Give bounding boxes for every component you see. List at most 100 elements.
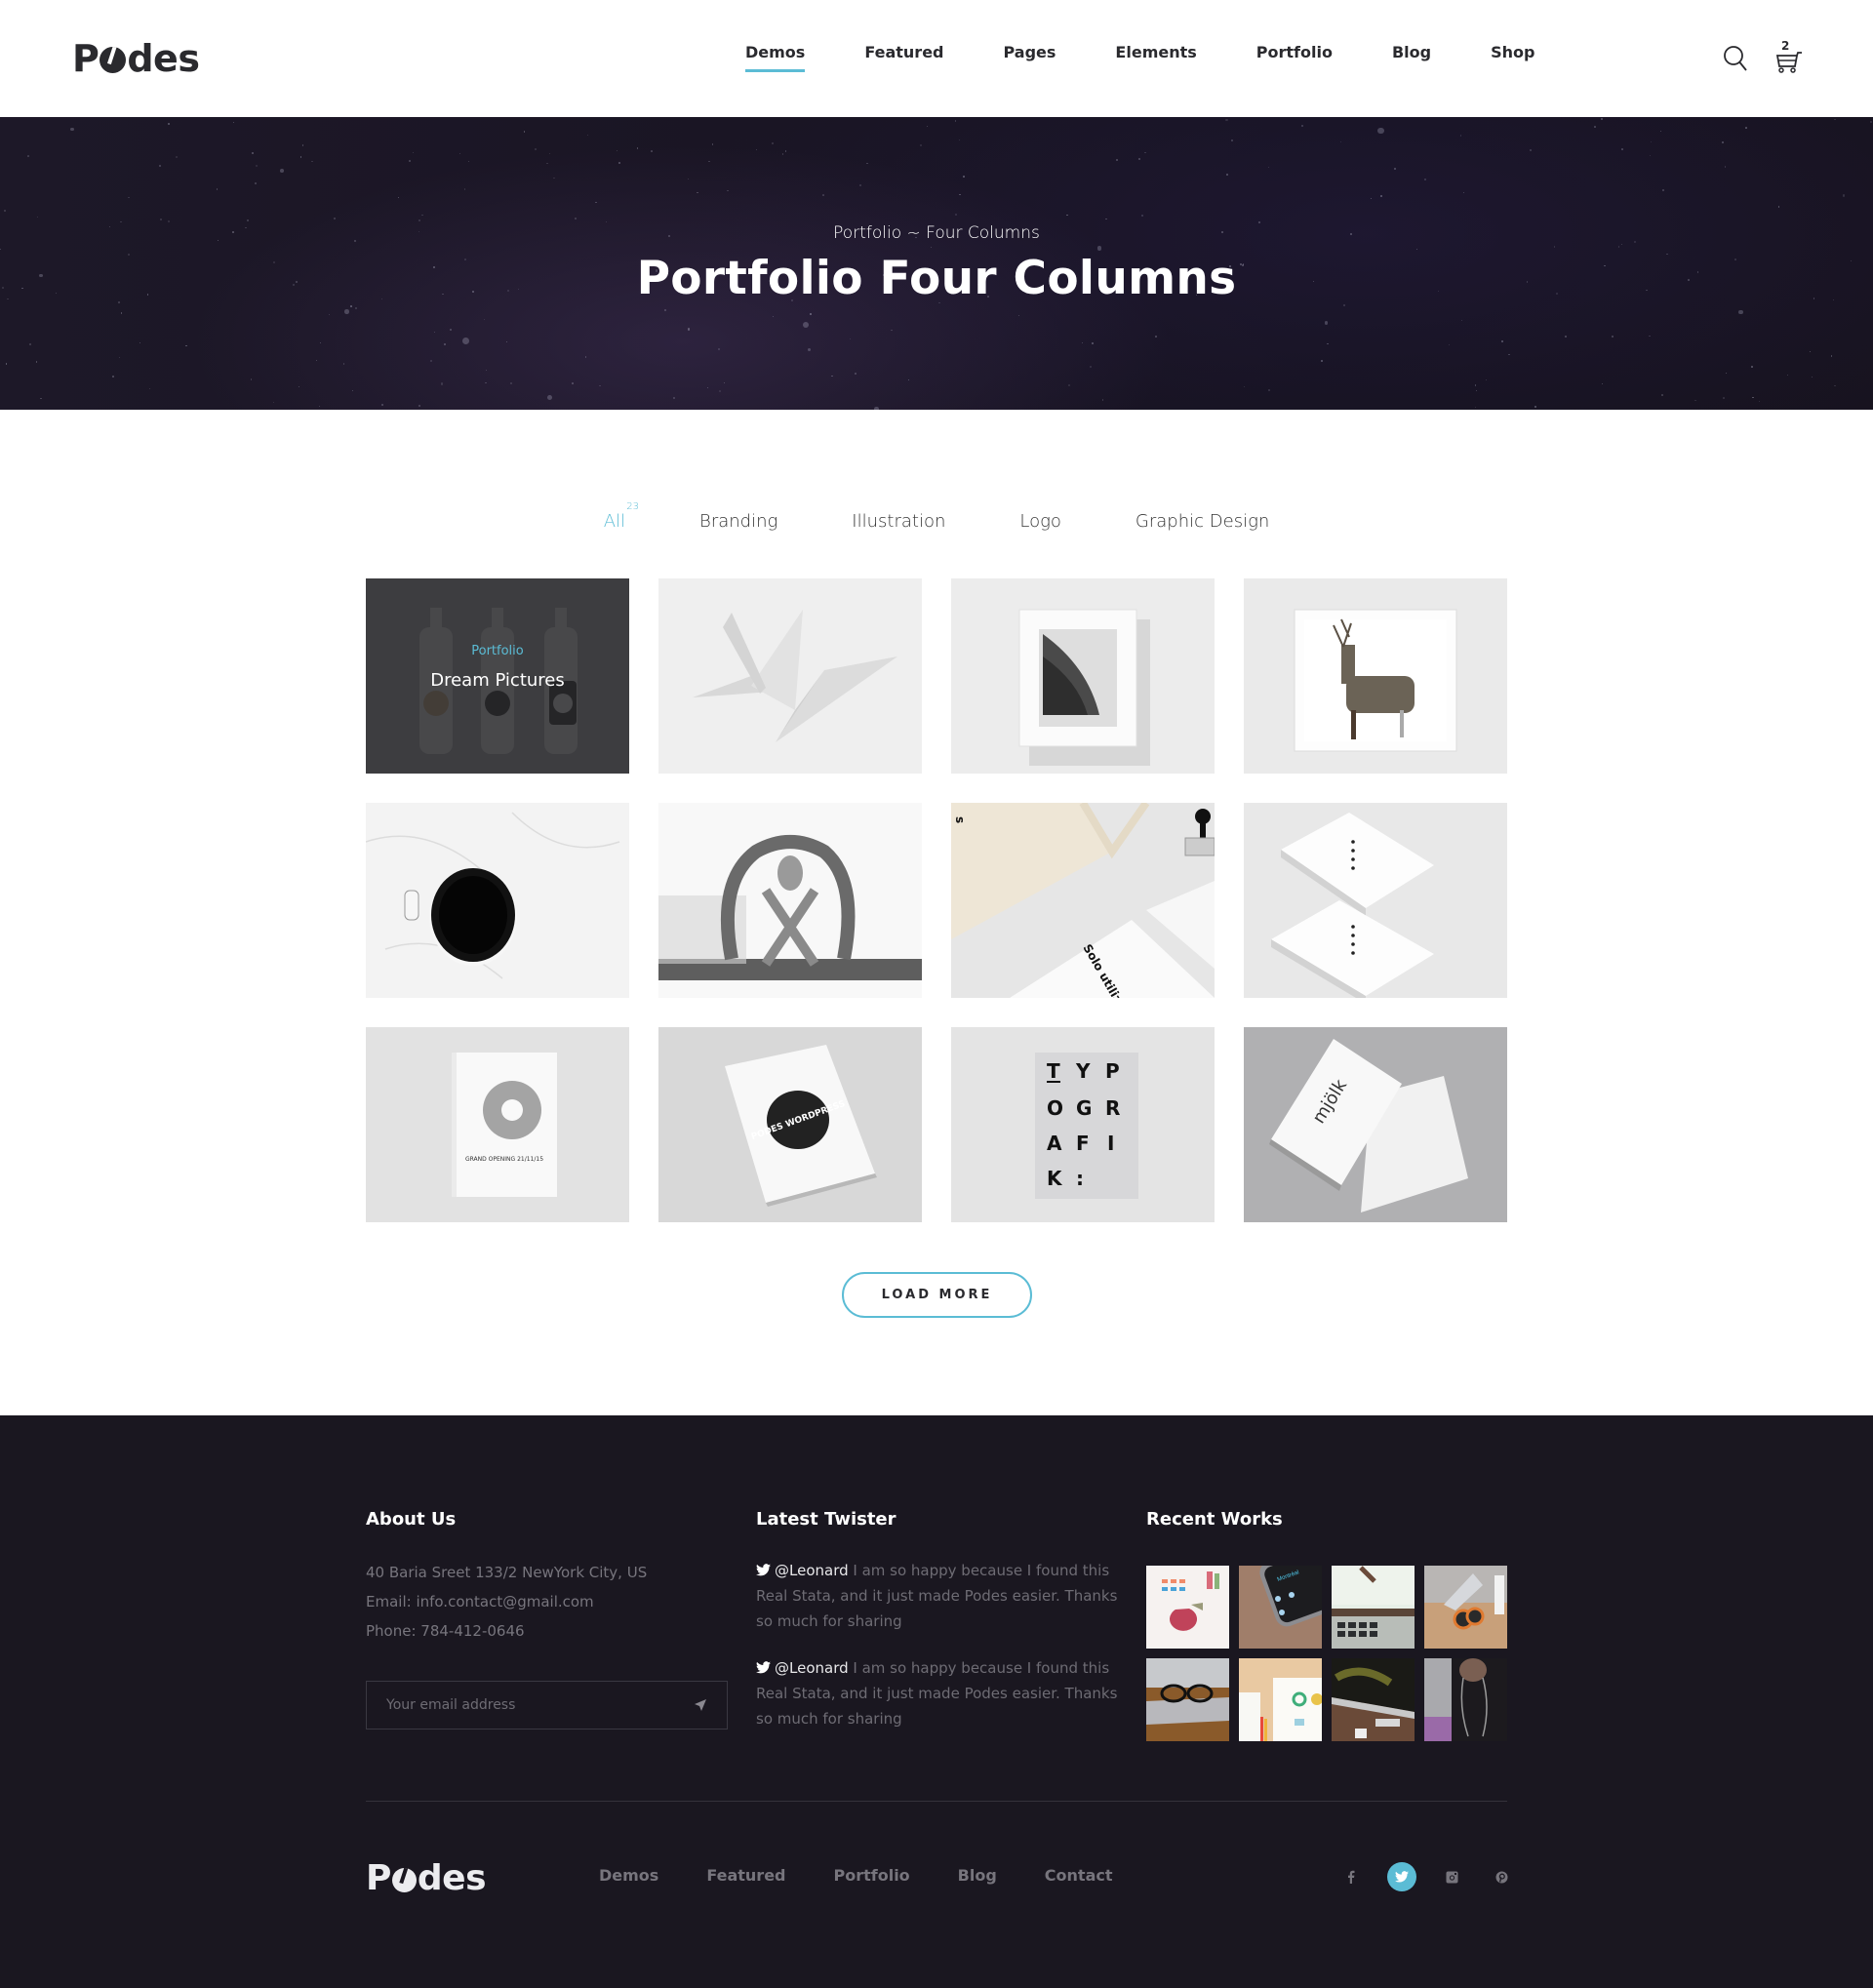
portfolio-item-bottles[interactable]: Portfolio Dream Pictures [366,578,629,774]
load-more-button[interactable]: LOAD MORE [842,1272,1032,1318]
star-dot [328,314,331,316]
pinterest-icon[interactable] [1487,1862,1516,1891]
twitter-icon[interactable] [1387,1862,1416,1891]
star-dot [595,201,597,204]
portfolio-item-coffee-mug[interactable] [366,803,629,998]
nav-item-pages[interactable]: Pages [1004,43,1056,61]
filter-count-badge: 23 [626,501,640,512]
about-heading: About Us [366,1509,457,1530]
star-dot [907,378,909,380]
footer-nav-blog[interactable]: Blog [958,1866,997,1885]
tote-bag-image: s Solo utilizamos diez tipogr [951,803,1215,998]
main-nav: Demos Featured Pages Elements Portfolio … [745,43,1534,72]
nav-item-shop[interactable]: Shop [1491,43,1534,61]
filter-illustration[interactable]: Illustration [852,511,945,532]
star-dot [572,382,575,385]
recent-work-glasses[interactable] [1146,1658,1229,1741]
footer-logo[interactable]: Pdes [366,1858,487,1898]
portfolio-item-framed-architecture[interactable] [951,578,1215,774]
star-dot [874,407,879,410]
portfolio-item-business-cards[interactable] [1244,803,1507,998]
star-dot [418,219,420,222]
recent-work-headphones[interactable] [1424,1566,1507,1649]
nav-item-demos[interactable]: Demos [745,43,806,72]
recent-work-sketch-laptop[interactable] [1332,1566,1415,1649]
star-dot [1081,342,1083,344]
portfolio-item-typografik[interactable]: TYP OGR AFI K: [951,1027,1215,1222]
star-dot [459,152,461,154]
star-dot [483,319,486,321]
star-dot [1377,127,1384,135]
nav-item-blog[interactable]: Blog [1392,43,1431,61]
star-dot [342,362,345,365]
filter-graphic-design[interactable]: Graphic Design [1136,511,1269,532]
origami-crane-image [658,578,922,774]
svg-text::: : [1076,1167,1084,1190]
star-dot [344,309,349,314]
nav-item-featured[interactable]: Featured [864,43,943,61]
tweet-item: @Leonard I am so happy because I found t… [756,1558,1127,1634]
filter-all[interactable]: All 23 [604,501,639,532]
portfolio-item-tote-bag-stationery[interactable]: s Solo utilizamos diez tipogr [951,803,1215,998]
star-dot [1752,397,1754,399]
footer-nav-portfolio[interactable]: Portfolio [834,1866,910,1885]
portfolio-item-yoga-pose[interactable] [658,803,922,998]
tweet-handle-link[interactable]: @Leonard [775,1659,849,1677]
star-dot [334,218,337,220]
star-dot [1650,154,1652,156]
send-icon[interactable] [694,1698,707,1712]
star-dot [1476,389,1478,391]
portfolio-item-mjolk-cards[interactable]: mjölk [1244,1027,1507,1222]
glasses-thumb [1146,1684,1229,1741]
nav-item-elements[interactable]: Elements [1115,43,1196,61]
tweet-handle-link[interactable]: @Leonard [775,1562,849,1579]
nav-item-portfolio[interactable]: Portfolio [1256,43,1333,61]
framed-deer-image [1244,578,1507,774]
svg-text:A: A [1047,1132,1062,1155]
recent-work-smartwatch[interactable]: Montréal [1239,1566,1322,1649]
recent-work-woman-laptop[interactable] [1424,1658,1507,1741]
star-dot [350,305,352,307]
woman-laptop-thumb [1424,1658,1488,1741]
star-dot [1267,166,1269,168]
portfolio-item-grand-opening-poster[interactable]: GRAND OPENING 21/11/15 [366,1027,629,1222]
recent-work-stationery[interactable] [1239,1658,1322,1741]
star-dot [111,376,114,378]
recent-work-imac[interactable] [1332,1658,1415,1741]
cart-icon[interactable] [1773,39,1803,78]
newsletter-email-input[interactable] [386,1697,694,1713]
smartwatch-thumb: Montréal [1259,1566,1322,1627]
star-dot [849,338,851,340]
star-dot [1154,336,1157,338]
star-dot [418,405,420,408]
star-dot [316,359,318,361]
tweet-list: @Leonard I am so happy because I found t… [756,1558,1127,1731]
star-dot [1842,194,1845,197]
star-dot [168,123,171,126]
star-dot [27,154,29,157]
star-dot [421,214,423,217]
svg-text:O: O [1047,1096,1063,1120]
logo[interactable]: Pdes [72,37,200,80]
facebook-icon[interactable] [1336,1862,1366,1891]
portfolio-item-podes-booklet[interactable]: PODES WORDPRESS [658,1027,922,1222]
footer-nav-featured[interactable]: Featured [706,1866,785,1885]
filter-logo[interactable]: Logo [1019,511,1061,532]
star-dot [1101,399,1104,402]
star-dot [866,162,868,165]
search-icon[interactable] [1723,45,1748,72]
recent-work-infographic[interactable] [1146,1566,1229,1649]
footer-nav-contact[interactable]: Contact [1045,1866,1113,1885]
footer-nav-demos[interactable]: Demos [599,1866,658,1885]
instagram-icon[interactable] [1437,1862,1466,1891]
star-dot [587,135,589,137]
portfolio-item-framed-deer[interactable] [1244,578,1507,774]
star-dot [1744,127,1747,129]
star-dot [831,375,834,378]
site-header: Pdes Demos Featured Pages Elements Portf… [0,0,1873,117]
logo-mark-icon [391,1867,417,1892]
filter-branding[interactable]: Branding [699,511,777,532]
portfolio-item-origami-crane[interactable] [658,578,922,774]
framed-architecture-image [951,578,1215,774]
logo-text-end: des [127,37,200,80]
